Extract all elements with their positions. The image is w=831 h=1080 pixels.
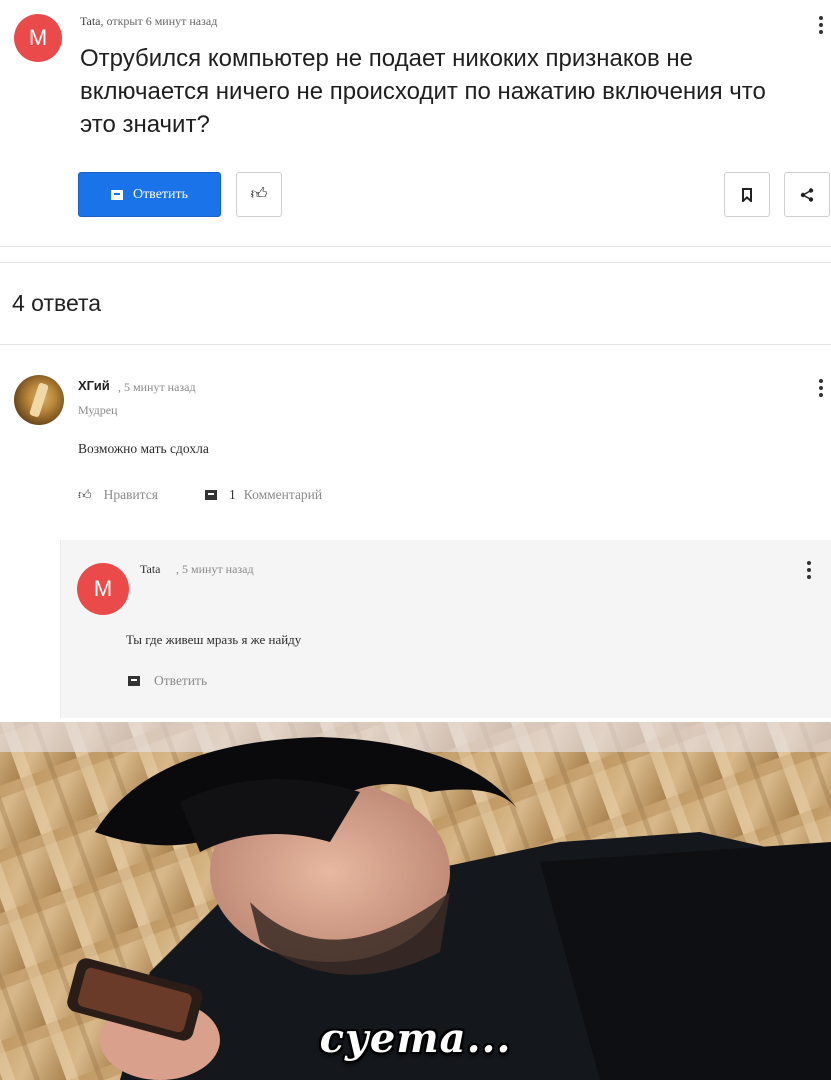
bookmark-button[interactable] [724,172,770,217]
question-text: Отрубился компьютер не подает никоких пр… [80,45,766,138]
answer-author-rank: Мудрец [78,403,118,417]
comment-more-icon[interactable] [804,559,814,581]
comment-author-name[interactable]: Tata [140,562,160,577]
answer-like-button[interactable]: 👍︎ Нравится [78,487,158,503]
answer-comments-button[interactable]: 1 Комментарий [205,487,322,503]
share-icon [800,187,814,202]
avatar-letter: M [28,25,48,50]
comment-icon [110,189,123,200]
comment-author-avatar[interactable]: M [77,563,129,615]
bookmark-icon [742,187,752,202]
comment-reply-button[interactable]: Ответить [128,673,207,689]
comment-text: Ты где живеш мразь я же найду [126,632,302,647]
avatar-letter: M [93,576,113,601]
meme-caption: суета... [319,1015,512,1062]
share-button[interactable] [784,172,830,217]
answer-author-name[interactable]: ХГий [78,378,110,393]
answer-text: Возможно мать сдохла [78,441,209,456]
divider [0,262,831,263]
comments-count: 1 [229,487,236,502]
question-meta: Tata, открыт 6 минут назад [80,14,217,29]
question-time: , открыт 6 минут назад [100,14,218,28]
answer-author-avatar[interactable] [14,375,64,425]
divider [0,246,831,247]
thumbs-up-icon: 👍︎ [250,186,268,203]
comments-label: Комментарий [243,487,323,502]
answer-time: , 5 минут назад [118,380,196,394]
like-button[interactable]: 👍︎ [236,172,282,217]
reply-button-label: Ответить [132,186,189,202]
answer-like-label: Нравится [103,487,158,502]
answer-more-icon[interactable] [816,377,826,399]
comment-reply-label: Ответить [154,673,208,688]
thumbs-up-icon: 👍︎ [78,487,92,503]
divider [0,344,831,345]
comment-icon [205,490,217,500]
answers-count-heading: 4 ответа [12,290,102,316]
question-more-icon[interactable] [816,14,826,36]
comment-icon [128,676,140,686]
meme-image: суета... [0,722,831,1080]
comment-time: , 5 минут назад [176,562,254,576]
question-author-avatar[interactable]: M [14,14,62,62]
question-author-name[interactable]: Tata [80,14,100,28]
reply-button[interactable]: Ответить [78,172,221,217]
